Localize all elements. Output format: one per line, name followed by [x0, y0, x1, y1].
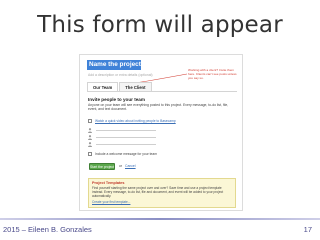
slide-footer: 2015 – Eileen B. Gonzales 17 [0, 218, 320, 240]
person-icon [88, 128, 92, 133]
footer-divider [0, 218, 320, 220]
invite-row[interactable] [88, 135, 156, 140]
person-icon [88, 142, 92, 147]
invite-email-input[interactable] [96, 130, 156, 131]
video-link[interactable]: Watch a quick video about inviting peopl… [95, 119, 176, 123]
or-text: or [119, 164, 123, 168]
project-templates-panel: Project Templates Find yourself starting… [88, 178, 236, 208]
create-template-link[interactable]: Create your first template... [92, 200, 232, 204]
invite-email-input[interactable] [96, 144, 156, 145]
invite-row[interactable] [88, 128, 156, 133]
footer-credit: 2015 – Eileen B. Gonzales [3, 225, 92, 234]
tab-divider [87, 91, 237, 92]
welcome-message-label: Include a welcome message for your team [95, 152, 157, 156]
project-name-input[interactable]: Name the project [87, 60, 141, 70]
welcome-message-checkbox[interactable] [88, 152, 92, 156]
video-checkbox-row[interactable]: Watch a quick video about inviting peopl… [88, 119, 176, 123]
video-checkbox[interactable] [88, 119, 92, 123]
start-project-button[interactable]: Start the project [89, 163, 115, 170]
project-description-input[interactable]: Add a description or extra details (opti… [88, 73, 152, 77]
slide-title: This form will appear [37, 12, 283, 38]
project-form-screenshot: Name the project Add a description or ex… [79, 54, 243, 211]
invite-description: Anyone on your team will see everything … [88, 103, 229, 112]
invite-heading: Invite people to your team [88, 97, 145, 102]
welcome-message-row[interactable]: Include a welcome message for your team [88, 152, 157, 156]
page-number: 17 [303, 225, 312, 234]
cancel-link[interactable]: Cancel [125, 164, 136, 168]
invite-email-input[interactable] [96, 137, 156, 138]
invite-row[interactable] [88, 142, 156, 147]
client-tip: Working with a client? Invite them here.… [188, 68, 237, 80]
template-heading: Project Templates [92, 181, 125, 185]
template-text: Find yourself starting the same project … [92, 186, 224, 198]
person-icon [88, 135, 92, 140]
